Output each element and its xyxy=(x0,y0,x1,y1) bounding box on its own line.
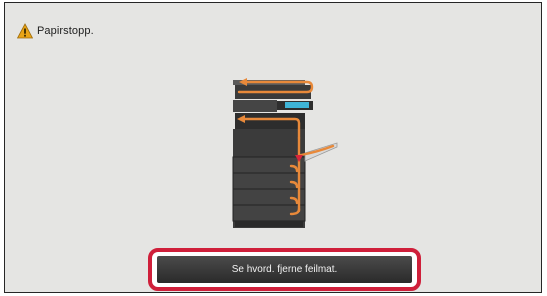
alert-row: Papirstopp. xyxy=(17,22,94,40)
paper-tray-3 xyxy=(232,188,306,206)
panel-screen xyxy=(285,102,309,108)
alert-message: Papirstopp. xyxy=(37,25,94,37)
jam-screen: Papirstopp. Se hvord. fjerne feilmat. xyxy=(4,2,542,293)
warning-icon xyxy=(17,23,33,39)
printer-illustration xyxy=(232,78,338,228)
printer-base xyxy=(235,221,303,227)
output-tray-area xyxy=(235,113,305,131)
paper-tray-1 xyxy=(232,156,306,174)
how-to-clear-jam-button[interactable]: Se hvord. fjerne feilmat. xyxy=(157,256,412,283)
paper-tray-2 xyxy=(232,172,306,190)
scanner-body xyxy=(233,100,277,112)
